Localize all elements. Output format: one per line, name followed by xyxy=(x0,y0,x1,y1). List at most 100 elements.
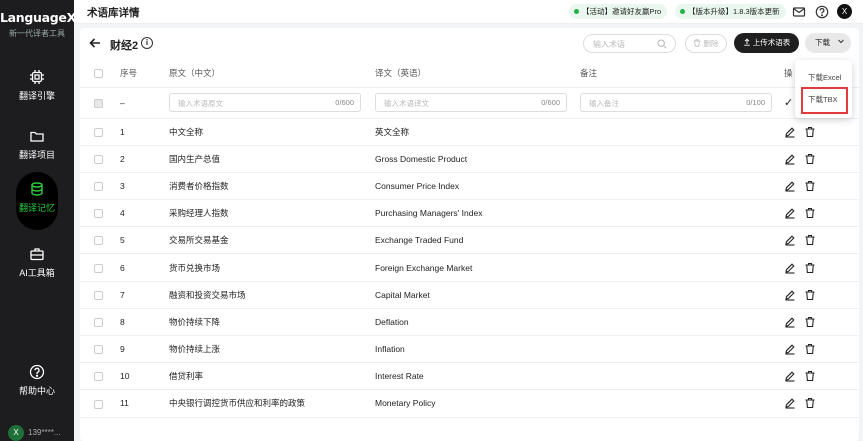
column-index: 序号 xyxy=(120,60,169,88)
back-arrow-icon[interactable] xyxy=(89,37,101,52)
row-index: 8 xyxy=(120,308,169,337)
toolbox-icon xyxy=(30,248,44,261)
table-row[interactable]: 7 融资和投资交易市场 Capital Market xyxy=(80,281,859,309)
row-index: 10 xyxy=(120,362,169,391)
delete-button[interactable]: 删除 xyxy=(685,34,727,53)
edit-icon[interactable] xyxy=(784,126,796,138)
table-row[interactable]: 5 交易所交易基金 Exchange Traded Fund xyxy=(80,226,859,255)
sidebar-item-ai-toolbox[interactable]: AI工具箱 xyxy=(16,237,58,295)
target-term: Capital Market xyxy=(375,281,580,309)
row-checkbox[interactable] xyxy=(94,209,103,219)
confirm-check-icon[interactable]: ✓ xyxy=(784,97,793,109)
trash-icon[interactable] xyxy=(804,262,816,274)
table-row[interactable]: 1 中文全称 英文全称 xyxy=(80,118,859,146)
trash-icon[interactable] xyxy=(804,207,816,219)
download-excel-option[interactable]: 下载Excel xyxy=(808,72,841,83)
row-checkbox[interactable] xyxy=(94,345,103,355)
row-checkbox[interactable] xyxy=(94,290,103,300)
trash-icon[interactable] xyxy=(804,180,816,192)
upload-termbase-button[interactable]: 上传术语表 xyxy=(734,33,799,53)
row-index: – xyxy=(120,87,169,119)
table-row[interactable]: 6 货币兑换市场 Foreign Exchange Market xyxy=(80,253,859,282)
table-row[interactable]: 10 借贷利率 Interest Rate xyxy=(80,362,859,391)
user-account[interactable]: X 139****... xyxy=(8,425,60,441)
table-row[interactable]: 2 国内生产总值 Gross Domestic Product xyxy=(80,145,859,173)
trash-icon[interactable] xyxy=(804,343,816,355)
edit-icon[interactable] xyxy=(784,289,796,301)
trash-icon xyxy=(694,39,701,47)
note-cell xyxy=(580,145,784,173)
download-menu: 下载Excel 下载TBX xyxy=(795,60,852,118)
edit-icon[interactable] xyxy=(784,343,796,355)
search-input[interactable]: 输入术语 xyxy=(583,34,676,53)
target-term: 英文全称 xyxy=(375,118,580,146)
sidebar-item-memory[interactable]: 翻译记忆 xyxy=(16,172,58,230)
trash-icon[interactable] xyxy=(804,234,816,246)
row-checkbox[interactable] xyxy=(94,263,103,273)
row-checkbox[interactable] xyxy=(94,318,103,328)
table-row[interactable]: 9 物价持续上涨 Inflation xyxy=(80,335,859,364)
edit-icon[interactable] xyxy=(784,397,796,410)
edit-icon[interactable] xyxy=(784,207,796,219)
sidebar-item-projects[interactable]: 翻译项目 xyxy=(16,119,58,177)
row-actions xyxy=(784,253,859,282)
table-row[interactable]: 11 中央银行调控货币供应和利率的政策 Monetary Policy xyxy=(80,389,859,418)
row-checkbox xyxy=(94,98,103,108)
sidebar-item-engine[interactable]: 翻译引擎 xyxy=(16,60,58,118)
source-term: 中文全称 xyxy=(169,118,375,146)
source-term: 物价持续下降 xyxy=(169,308,375,337)
row-checkbox[interactable] xyxy=(94,399,103,409)
edit-icon[interactable] xyxy=(784,234,796,246)
row-checkbox[interactable] xyxy=(94,182,103,192)
row-checkbox[interactable] xyxy=(94,236,103,246)
edit-icon[interactable] xyxy=(784,153,796,165)
source-term: 中央银行调控货币供应和利率的政策 xyxy=(169,389,375,418)
version-update-banner[interactable]: 【版本升级】1.8.3版本更新 xyxy=(675,4,786,19)
row-checkbox[interactable] xyxy=(94,154,103,164)
upload-icon xyxy=(743,38,750,46)
note-input[interactable]: 输入备注 0/100 xyxy=(580,93,772,112)
table-row[interactable]: 8 物价持续下降 Deflation xyxy=(80,308,859,337)
app-logo: LanguageX xyxy=(0,10,76,25)
row-index: 5 xyxy=(120,226,169,255)
info-icon[interactable]: i xyxy=(141,37,153,49)
target-term: Foreign Exchange Market xyxy=(375,253,580,282)
table-row[interactable]: 3 消费者价格指数 Consumer Price Index xyxy=(80,172,859,201)
row-checkbox[interactable] xyxy=(94,372,103,382)
source-term-input[interactable]: 输入术语原文 0/600 xyxy=(169,93,361,112)
column-target: 译文（英语） xyxy=(375,60,580,88)
sidebar-item-help[interactable]: 帮助中心 xyxy=(16,355,58,413)
row-actions xyxy=(784,172,859,201)
term-table: 序号 原文（中文） 译文（英语） 备注 操 – 输入术语原文 0/600 输入术语… xyxy=(80,60,859,418)
activity-banner[interactable]: 【活动】邀请好友赢Pro xyxy=(569,4,668,19)
note-cell xyxy=(580,199,784,228)
table-row[interactable]: 4 采购经理人指数 Purchasing Managers' Index xyxy=(80,199,859,228)
select-all-checkbox[interactable] xyxy=(94,69,103,79)
target-term: Inflation xyxy=(375,335,580,364)
edit-icon[interactable] xyxy=(784,370,796,382)
note-cell xyxy=(580,335,784,364)
trash-icon[interactable] xyxy=(804,370,816,382)
user-avatar[interactable]: X xyxy=(837,4,852,19)
search-icon xyxy=(657,39,667,49)
database-icon xyxy=(31,182,43,196)
help-circle-icon[interactable] xyxy=(815,5,829,19)
edit-icon[interactable] xyxy=(784,180,796,192)
row-index: 1 xyxy=(120,118,169,146)
row-checkbox[interactable] xyxy=(94,127,103,137)
mail-icon[interactable] xyxy=(792,5,806,19)
edit-icon[interactable] xyxy=(784,262,796,274)
source-term: 采购经理人指数 xyxy=(169,199,375,228)
row-index: 7 xyxy=(120,281,169,309)
trash-icon[interactable] xyxy=(804,397,816,409)
row-actions xyxy=(784,226,859,255)
trash-icon[interactable] xyxy=(804,316,816,328)
target-term-input[interactable]: 输入术语译文 0/600 xyxy=(375,93,567,112)
trash-icon[interactable] xyxy=(804,153,816,165)
trash-icon[interactable] xyxy=(804,289,816,301)
sidebar-item-label: AI工具箱 xyxy=(19,268,55,278)
trash-icon[interactable] xyxy=(804,126,816,138)
download-button[interactable]: 下载 xyxy=(805,33,851,53)
column-note: 备注 xyxy=(580,60,784,88)
edit-icon[interactable] xyxy=(784,316,796,328)
